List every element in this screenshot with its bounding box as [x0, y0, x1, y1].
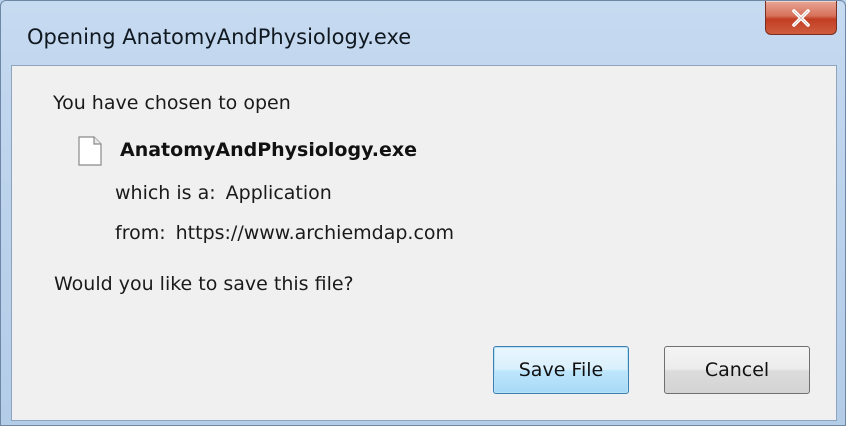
intro-text: You have chosen to open — [53, 92, 291, 114]
close-button[interactable] — [765, 1, 837, 35]
file-type-value: Application — [225, 182, 332, 204]
file-source-row: from: https://www.archiemdap.com — [115, 222, 454, 244]
document-icon — [78, 136, 102, 166]
close-icon — [792, 8, 810, 27]
window-title: Opening AnatomyAndPhysiology.exe — [27, 25, 412, 49]
file-source-label: from: — [115, 222, 166, 244]
file-source-value: https://www.archiemdap.com — [175, 222, 455, 244]
file-type-row: which is a: Application — [115, 182, 332, 204]
dialog-content: You have chosen to open AnatomyAndPhysio… — [11, 65, 837, 421]
file-name: AnatomyAndPhysiology.exe — [120, 139, 417, 161]
dialog-window: Opening AnatomyAndPhysiology.exe You hav… — [0, 0, 846, 426]
file-type-label: which is a: — [115, 182, 216, 204]
save-question: Would you like to save this file? — [54, 273, 354, 295]
save-file-button[interactable]: Save File — [493, 346, 629, 394]
cancel-button[interactable]: Cancel — [664, 346, 810, 394]
